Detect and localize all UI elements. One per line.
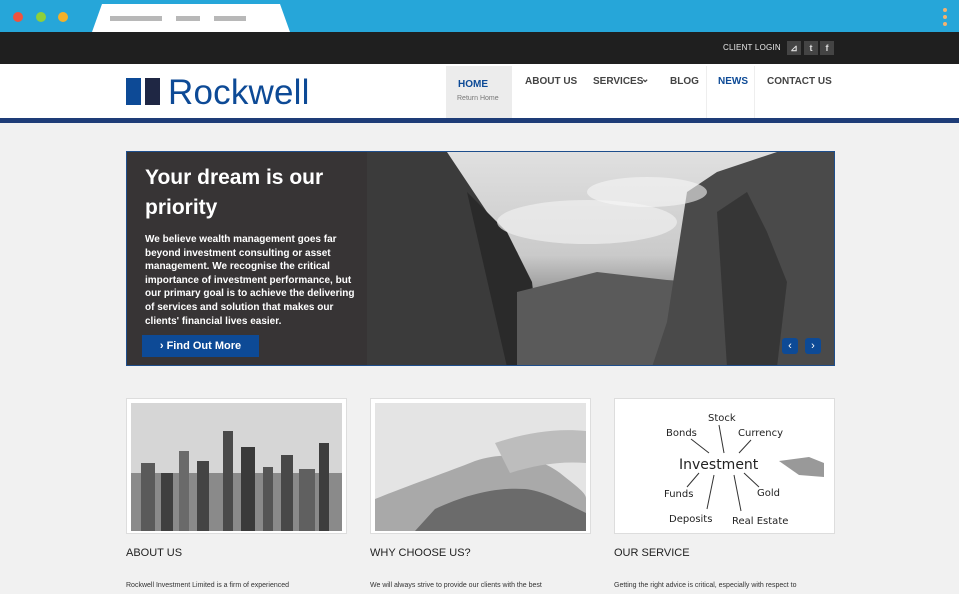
nav-services[interactable]: SERVICES	[593, 76, 643, 87]
twitter-icon[interactable]: t	[804, 41, 818, 55]
about-us-card[interactable]	[126, 398, 347, 534]
maximize-window-button[interactable]	[58, 12, 68, 22]
diagram-label: Stock	[708, 413, 736, 424]
why-choose-us-card[interactable]	[370, 398, 591, 534]
logo-icon[interactable]	[126, 78, 160, 105]
slider-prev-button[interactable]: ‹	[782, 338, 798, 354]
logo-text[interactable]: Rockwell	[168, 73, 310, 113]
browser-toolbar	[0, 0, 959, 32]
nav-home[interactable]: HOME Return Home	[446, 66, 512, 118]
tab-placeholder-bar	[176, 16, 200, 21]
about-us-text: Rockwell Investment Limited is a firm of…	[126, 582, 290, 589]
rss-icon[interactable]: ⊿	[787, 41, 801, 55]
menu-icon[interactable]	[943, 8, 947, 29]
chevron-down-icon[interactable]: ⌄	[641, 74, 649, 85]
our-service-text: Getting the right advice is critical, es…	[614, 582, 797, 589]
utility-bar: CLIENT LOGIN ⊿ t f	[0, 32, 959, 64]
our-service-heading: OUR SERVICE	[614, 547, 690, 559]
find-out-more-button[interactable]: › Find Out More	[142, 335, 259, 357]
diagram-label: Investment	[679, 457, 759, 473]
nav-blog[interactable]: BLOG	[670, 76, 699, 87]
browser-tab[interactable]	[92, 4, 290, 32]
close-window-button[interactable]	[13, 12, 23, 22]
diagram-label: Real Estate	[732, 516, 788, 527]
diagram-label: Currency	[738, 428, 783, 439]
hero-title: Your dream is our priority	[145, 166, 324, 219]
client-login-link[interactable]: CLIENT LOGIN	[723, 43, 781, 52]
nav-about-us[interactable]: ABOUT US	[525, 76, 577, 87]
nav-home-subtitle: Return Home	[457, 95, 499, 102]
our-service-card[interactable]: Stock Bonds Currency Investment Funds Go…	[614, 398, 835, 534]
about-us-heading: ABOUT US	[126, 547, 183, 559]
nav-news-tab	[706, 66, 755, 118]
hero-text-panel: Your dream is our priority We believe we…	[127, 152, 367, 365]
why-choose-us-text: We will always strive to provide our cli…	[370, 582, 542, 589]
slider-next-button[interactable]: ›	[805, 338, 821, 354]
diagram-label: Bonds	[666, 428, 697, 439]
hero-mountain-image: ‹ ›	[367, 152, 834, 365]
diagram-label: Funds	[664, 489, 693, 500]
header-divider	[0, 118, 959, 123]
investment-diagram-image: Stock Bonds Currency Investment Funds Go…	[619, 403, 830, 531]
nav-news[interactable]: NEWS	[718, 76, 748, 87]
city-skyline-image	[131, 403, 342, 531]
tab-placeholder-bar	[214, 16, 246, 21]
diagram-label: Deposits	[669, 514, 712, 525]
nav-home-label: HOME	[458, 79, 488, 90]
why-choose-us-heading: WHY CHOOSE US?	[370, 547, 471, 559]
tab-placeholder-bar	[110, 16, 162, 21]
hero-description: We believe wealth management goes far be…	[145, 234, 355, 327]
nav-contact-us[interactable]: CONTACT US	[767, 76, 832, 87]
minimize-window-button[interactable]	[36, 12, 46, 22]
handshake-image	[375, 403, 586, 531]
facebook-icon[interactable]: f	[820, 41, 834, 55]
hero-slider[interactable]: Your dream is our priority We believe we…	[126, 151, 835, 366]
site-header: Rockwell HOME Return Home ABOUT US SERVI…	[0, 64, 959, 118]
diagram-label: Gold	[757, 488, 780, 499]
